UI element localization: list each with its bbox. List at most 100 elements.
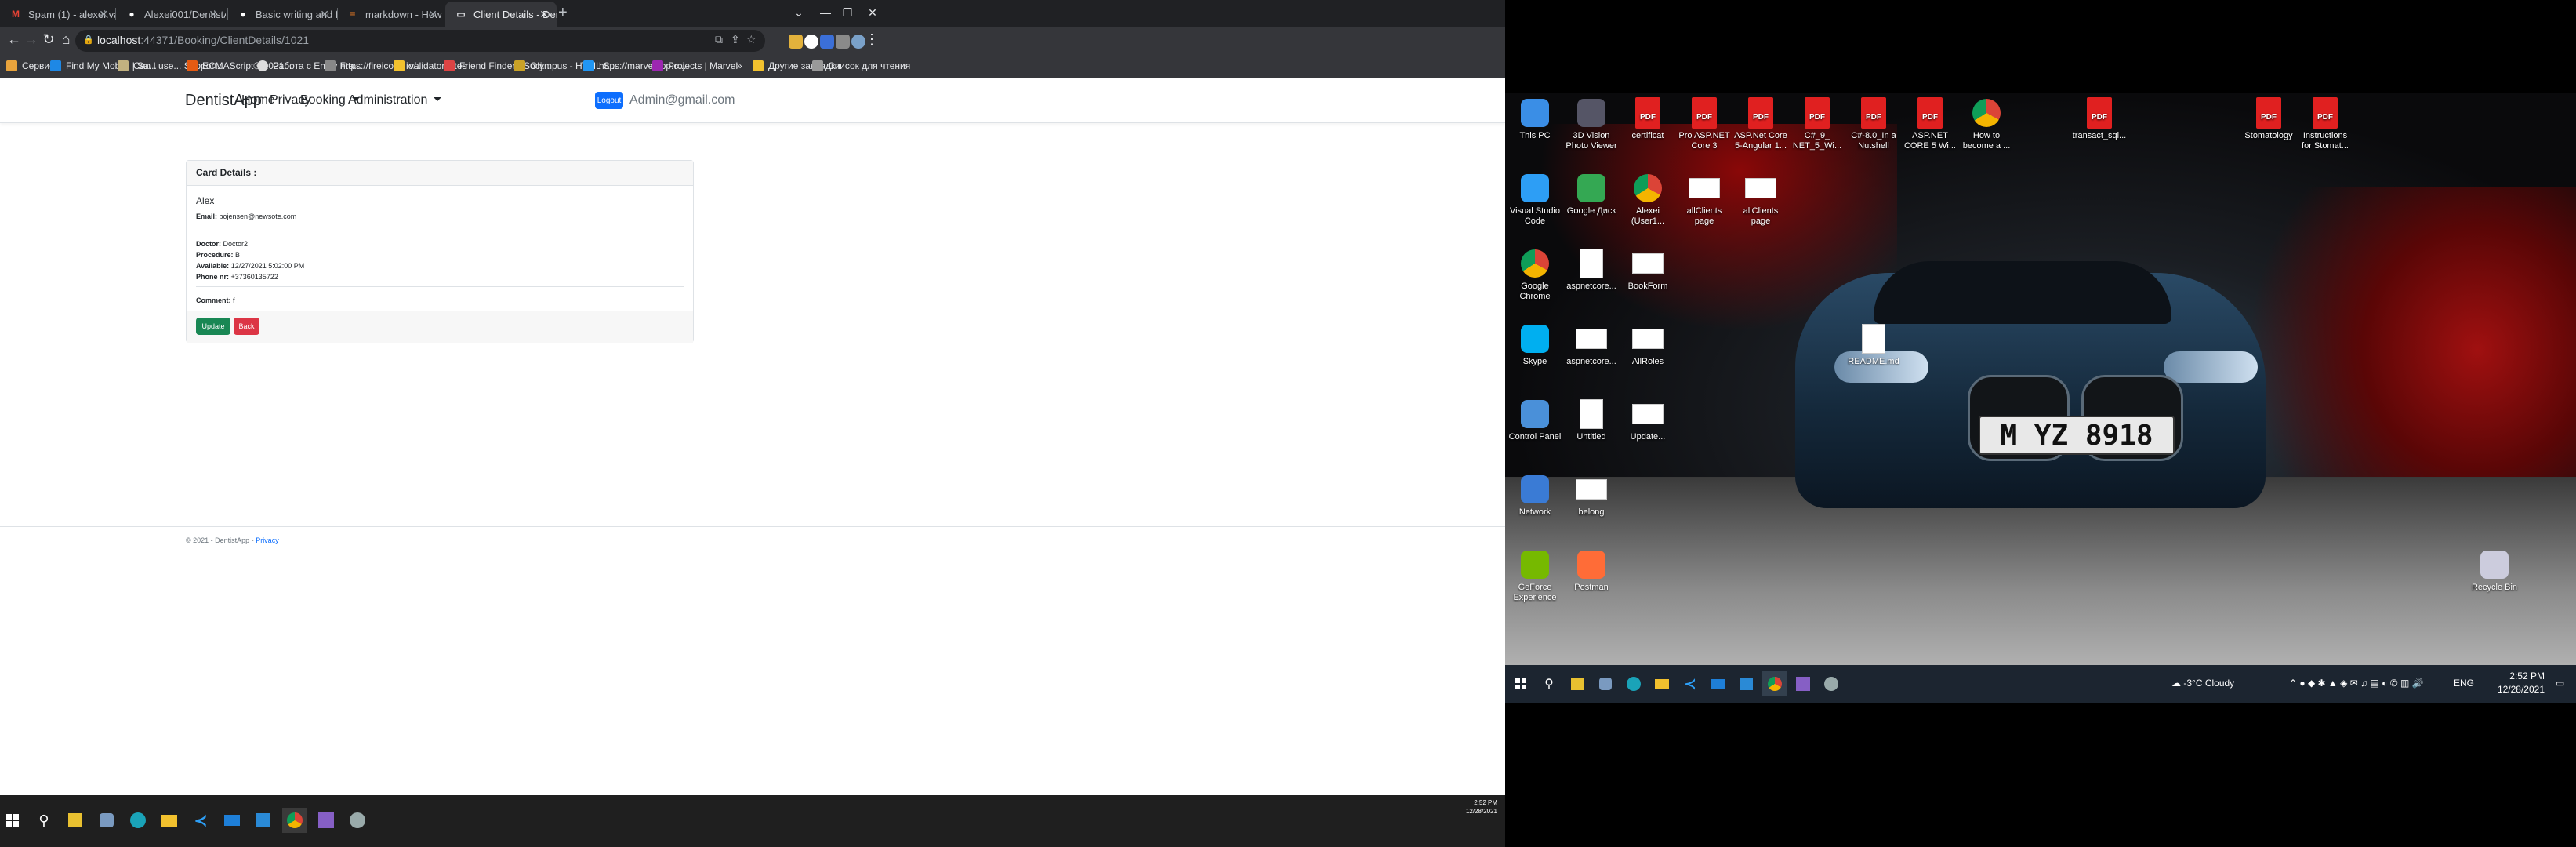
desktop-icon[interactable]: PDF Stomatology xyxy=(2240,97,2297,141)
extension-icon[interactable] xyxy=(789,35,803,49)
desktop-icon[interactable]: PDF Pro ASP.NET Core 3 xyxy=(1676,97,1732,151)
desktop-icon[interactable]: Alexei (User1... xyxy=(1620,173,1676,227)
close-window-button[interactable]: ✕ xyxy=(854,2,891,25)
address-bar[interactable]: 🔒 localhost:44371/Booking/ClientDetails/… xyxy=(75,30,765,52)
desktop-icon[interactable]: README.md xyxy=(1845,323,1902,367)
notification-icon[interactable]: ▭ xyxy=(2556,678,2564,689)
language-indicator[interactable]: ENG xyxy=(2454,678,2474,689)
search-icon[interactable]: ⚲ xyxy=(31,808,56,833)
bookmark-star-icon[interactable]: ☆ xyxy=(746,33,756,46)
app-icon[interactable] xyxy=(1593,671,1618,696)
desktop-icon-label: BookForm xyxy=(1627,282,1668,291)
desktop-icon[interactable]: PDF C#_9_ NET_5_Wi... xyxy=(1789,97,1845,151)
desktop-icon[interactable]: How to become a ... xyxy=(1958,97,2015,151)
bookmark-item[interactable]: Projects | Marvel xyxy=(652,60,738,71)
desktop-icon[interactable]: Network xyxy=(1507,474,1563,518)
vscode-icon[interactable]: ≺ xyxy=(1678,671,1703,696)
network-icon xyxy=(1519,474,1551,505)
update-button[interactable]: Update xyxy=(196,318,230,335)
taskbar-clock[interactable]: 2:52 PM 12/28/2021 xyxy=(1466,798,1497,816)
home-icon[interactable]: ⌂ xyxy=(56,31,75,48)
mail-icon[interactable] xyxy=(1706,671,1731,696)
desktop-icon[interactable]: PDF Instructions for Stomat... xyxy=(2297,97,2353,151)
desktop-icon[interactable]: PDF certificat xyxy=(1620,97,1676,141)
forward-arrow-icon[interactable]: → xyxy=(22,31,41,48)
desktop-icon[interactable]: Google Диск xyxy=(1563,173,1620,216)
new-tab-button[interactable]: + xyxy=(558,4,568,22)
extension-icon[interactable] xyxy=(820,35,834,49)
desktop-icon[interactable]: 3D Vision Photo Viewer xyxy=(1563,97,1620,151)
close-icon[interactable]: ✕ xyxy=(320,8,329,21)
mail-icon[interactable] xyxy=(220,808,245,833)
app-icon[interactable] xyxy=(251,808,276,833)
desktop-icon[interactable]: AllRoles xyxy=(1620,323,1676,367)
desktop-icon[interactable]: Visual Studio Code xyxy=(1507,173,1563,227)
folder-icon[interactable] xyxy=(1649,671,1674,696)
taskbar-clock[interactable]: 2:52 PM 12/28/2021 xyxy=(2498,670,2545,696)
puzzle-icon[interactable] xyxy=(836,35,850,49)
desktop-icon[interactable]: PDF ASP.NET CORE 5 Wi... xyxy=(1902,97,1958,151)
desktop-icon[interactable]: Untitled xyxy=(1563,398,1620,442)
back-arrow-icon[interactable]: ← xyxy=(5,31,24,48)
lock-icon[interactable]: 🔒 xyxy=(83,35,94,45)
install-icon[interactable]: ⧉ xyxy=(715,33,723,46)
tray-icons[interactable]: ⌃ ● ◆ ✱ ▲ ◈ ✉ ♫ ▤ ◐ ✆ ▥ 🔊 xyxy=(2289,678,2424,689)
app-icon[interactable] xyxy=(1819,671,1844,696)
desktop-icon[interactable]: Control Panel xyxy=(1507,398,1563,442)
reading-list[interactable]: Список для чтения xyxy=(812,60,910,71)
visual-studio-icon[interactable] xyxy=(1791,671,1816,696)
app-icon[interactable] xyxy=(1565,671,1590,696)
close-icon[interactable]: ✕ xyxy=(539,8,549,21)
chrome-icon[interactable] xyxy=(1762,671,1787,696)
desktop-icon[interactable]: allClients page xyxy=(1732,173,1789,227)
tab-github-repo[interactable]: ● Alexei001/DentistApp ✕ xyxy=(116,2,226,27)
desktop-icon[interactable]: aspnetcore... xyxy=(1563,248,1620,292)
footer-privacy-link[interactable]: Privacy xyxy=(256,536,279,544)
share-icon[interactable]: ⇪ xyxy=(731,33,740,46)
tab-stackoverflow[interactable]: ≡ markdown - How to add screen ✕ xyxy=(337,2,445,27)
app-icon[interactable] xyxy=(63,808,88,833)
visual-studio-icon[interactable] xyxy=(314,808,339,833)
desktop-icon[interactable]: Google Chrome xyxy=(1507,248,1563,302)
desktop-icon[interactable]: PDF ASP.Net Core 5-Angular 1... xyxy=(1732,97,1789,151)
edge-icon[interactable] xyxy=(125,808,151,833)
extension-icon[interactable] xyxy=(804,35,818,49)
user-email-link[interactable]: Admin@gmail.com xyxy=(629,93,735,107)
vscode-icon[interactable]: ≺ xyxy=(188,808,213,833)
desktop-icon[interactable]: allClients page xyxy=(1676,173,1732,227)
reload-icon[interactable]: ↻ xyxy=(39,31,58,48)
desktop-icon[interactable]: Update... xyxy=(1620,398,1676,442)
logout-button[interactable]: Logout xyxy=(595,92,623,109)
weather-widget[interactable]: ☁ -3°C Cloudy xyxy=(2171,678,2234,689)
desktop-icon[interactable]: Skype xyxy=(1507,323,1563,367)
desktop-icon[interactable]: This PC xyxy=(1507,97,1563,141)
tab-github-docs[interactable]: ● Basic writing and formatting syn ✕ xyxy=(227,2,337,27)
chrome-icon[interactable] xyxy=(282,808,307,833)
close-icon[interactable]: ✕ xyxy=(428,8,437,21)
desktop-icon[interactable]: PDF transact_sql... xyxy=(2071,97,2128,141)
desktop-icon[interactable]: PDF C#-8.0_In a Nutshell xyxy=(1845,97,1902,151)
bookmarks-overflow[interactable]: » xyxy=(737,60,742,71)
menu-icon[interactable]: ⋮ xyxy=(862,31,881,48)
desktop-icon[interactable]: aspnetcore... xyxy=(1563,323,1620,367)
desktop-icon[interactable]: belong xyxy=(1563,474,1620,518)
nav-administration-dropdown[interactable]: Administration xyxy=(348,93,442,107)
edge-icon[interactable] xyxy=(1621,671,1646,696)
search-icon[interactable]: ⚲ xyxy=(1537,671,1562,696)
back-button[interactable]: Back xyxy=(234,318,259,335)
desktop-icon[interactable]: Recycle Bin xyxy=(2466,549,2523,593)
app-icon[interactable] xyxy=(1734,671,1759,696)
start-icon[interactable] xyxy=(1508,671,1533,696)
desktop-icon[interactable]: GeForce Experience xyxy=(1507,549,1563,603)
postman-icon xyxy=(1576,549,1607,580)
desktop-icon[interactable]: BookForm xyxy=(1620,248,1676,292)
app-icon[interactable] xyxy=(345,808,370,833)
desktop-icon[interactable]: Postman xyxy=(1563,549,1620,593)
close-icon[interactable]: ✕ xyxy=(209,8,218,21)
close-icon[interactable]: ✕ xyxy=(99,8,108,21)
tab-client-details[interactable]: ▭ Client Details - DentistApp ✕ xyxy=(445,2,557,27)
tab-gmail[interactable]: M Spam (1) - alexei.vacar95@gma ✕ xyxy=(0,2,116,27)
start-icon[interactable] xyxy=(0,808,25,833)
folder-icon[interactable] xyxy=(157,808,182,833)
app-icon[interactable] xyxy=(94,808,119,833)
